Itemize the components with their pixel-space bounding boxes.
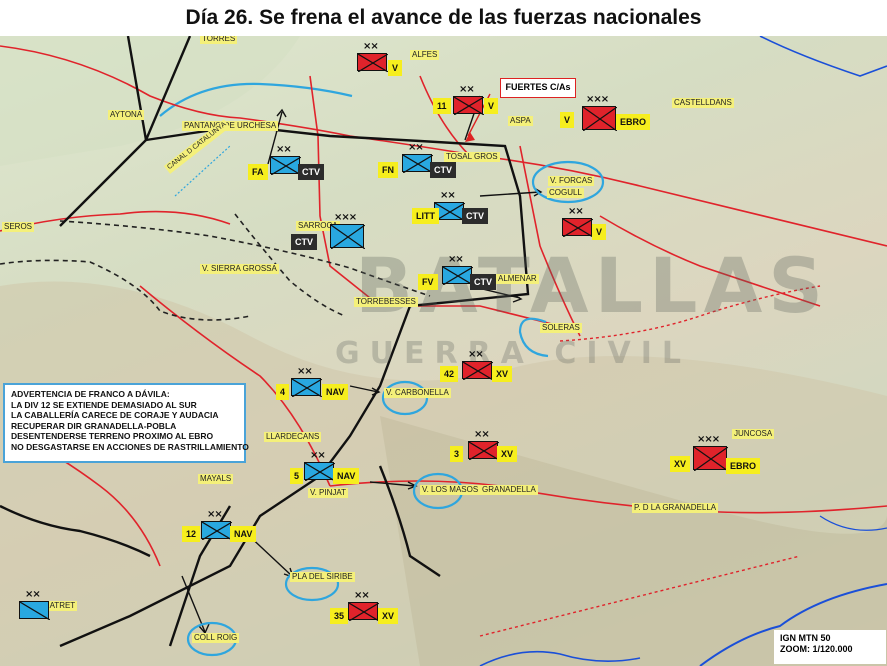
unit-echelon-marker: ×× [297, 366, 313, 377]
place-label: TORRES [200, 36, 238, 44]
unit-formation: NAV [322, 384, 349, 400]
unit-echelon-marker: ×× [25, 589, 41, 600]
place-label: AYTONA [108, 110, 145, 120]
unit-echelon-marker: ×× [568, 206, 584, 217]
nationalist-unit-symbol[interactable] [201, 521, 233, 541]
unit-designation: 4 [276, 384, 290, 400]
unit-designation: FV [418, 274, 438, 290]
nationalist-unit-symbol[interactable] [330, 224, 366, 250]
unit-designation: FN [378, 162, 398, 178]
note-line: RECUPERAR DIR GRANADELLA-POBLA [11, 420, 177, 431]
unit-designation: XV [670, 456, 691, 472]
unit-echelon-marker: ×× [468, 349, 484, 360]
place-label: ASPA [508, 116, 533, 126]
unit-echelon-marker: ××× [586, 94, 609, 105]
watermark-sub: GUERRA CIVIL [335, 336, 692, 371]
note-line: DESENTENDERSE TERRENO PROXIMO AL EBRO [11, 431, 214, 441]
place-label: CASTELLDANS [672, 98, 734, 108]
nationalist-unit-symbol[interactable] [304, 462, 336, 482]
place-label: COGULL [547, 188, 584, 198]
place-label: V. LOS MASOS [420, 485, 481, 495]
unit-echelon-marker: ×× [354, 590, 370, 601]
unit-designation: 5 [290, 468, 304, 484]
place-label: LLARDECANS [264, 432, 322, 442]
unit-echelon-marker: ×× [363, 41, 379, 52]
place-label: P. D LA GRANADELLA [632, 503, 719, 513]
unit-echelon-marker: ×× [310, 450, 326, 461]
republican-unit-symbol[interactable] [453, 96, 485, 116]
place-label: PLA DEL SIRIBE [290, 572, 355, 582]
place-label: SEROS [2, 222, 35, 232]
place-label: ALFES [410, 50, 440, 60]
unit-echelon-marker: ×× [408, 142, 424, 153]
unit-designation: 42 [440, 366, 459, 382]
unit-formation: V [592, 224, 607, 240]
unit-echelon-marker: ×× [474, 429, 490, 440]
unit-echelon-marker: ××× [334, 212, 357, 223]
unit-formation: XV [378, 608, 399, 624]
nationalist-unit-symbol[interactable] [270, 156, 302, 176]
unit-echelon-marker: ×× [448, 254, 464, 265]
place-label: MAYALS [198, 474, 234, 484]
nationalist-unit-symbol[interactable] [291, 378, 323, 398]
unit-echelon-marker: ×× [207, 509, 223, 520]
republican-unit-symbol[interactable] [357, 53, 389, 73]
note-line: LA DIV 12 SE EXTIENDE DEMASIADO AL SUR [11, 399, 197, 410]
note-line: ADVERTENCIA DE FRANCO A DÁVILA: [11, 389, 170, 399]
republican-unit-symbol[interactable] [693, 446, 729, 472]
unit-formation: EBRO [726, 458, 761, 474]
place-label: V. SIERRA GROSSA [200, 264, 279, 274]
republican-unit-symbol[interactable] [562, 218, 594, 238]
place-label: V. PINJAT [308, 488, 349, 498]
place-label: V. FORCAS [548, 176, 595, 186]
republican-unit-symbol[interactable] [468, 441, 500, 461]
place-label: TOSAL GROS [444, 152, 500, 162]
unit-formation: CTV [470, 274, 496, 290]
place-label: V. CARBONELLA [384, 388, 451, 398]
strong-counterattacks-callout: FUERTES C/As [500, 78, 576, 98]
unit-echelon-marker: ×× [440, 190, 456, 201]
franco-warning-note: ADVERTENCIA DE FRANCO A DÁVILA: LA DIV 1… [3, 383, 249, 463]
unit-formation: CTV [291, 234, 317, 250]
unit-designation: FA [248, 164, 268, 180]
map-scale-info: IGN MTN 50 ZOOM: 1/120.000 [774, 630, 886, 664]
nationalist-unit-symbol[interactable] [442, 266, 474, 286]
unit-echelon-marker: ××× [697, 434, 720, 445]
place-label: GRANADELLA [480, 485, 538, 495]
map-canvas[interactable]: BATALLAS GUERRA CIVIL TORRES ALFES ASPA … [0, 36, 887, 666]
unit-echelon-marker: ×× [459, 84, 475, 95]
note-line: NO DESGASTARSE EN ACCIONES DE RASTRILLAM… [11, 441, 249, 452]
unit-formation: EBRO [616, 114, 651, 130]
republican-unit-symbol[interactable] [582, 106, 618, 132]
unit-formation: CTV [430, 162, 456, 178]
unit-formation: NAV [333, 468, 360, 484]
republican-unit-symbol[interactable] [462, 361, 494, 381]
place-label: JUNCOSA [732, 429, 775, 439]
place-label: TORREBESSES [354, 297, 418, 307]
unit-designation: 12 [182, 526, 201, 542]
unit-echelon-marker: ×× [276, 144, 292, 155]
place-label: COLL ROIG [192, 633, 240, 643]
unit-formation: CTV [462, 208, 488, 224]
unit-formation: CTV [298, 164, 324, 180]
map-title: Día 26. Se frena el avance de las fuerza… [0, 0, 887, 36]
unit-formation: V [484, 98, 499, 114]
unit-formation: XV [497, 446, 518, 462]
unit-designation: 35 [330, 608, 349, 624]
note-line: LA CABALLERÍA CARECE DE CORAJE Y AUDACIA [11, 410, 219, 420]
unit-formation: XV [492, 366, 513, 382]
unit-designation: V [560, 112, 575, 128]
map-zoom: ZOOM: 1/120.000 [780, 644, 853, 654]
place-label: SOLERAS [540, 323, 582, 333]
nationalist-unit-symbol[interactable] [19, 601, 51, 621]
republican-unit-symbol[interactable] [348, 602, 380, 622]
unit-formation: NAV [230, 526, 257, 542]
unit-designation: 11 [433, 98, 451, 114]
nationalist-unit-symbol[interactable] [402, 154, 434, 174]
unit-designation: 3 [450, 446, 464, 462]
unit-designation: LITT [412, 208, 439, 224]
unit-formation: V [388, 60, 403, 76]
map-source: IGN MTN 50 [780, 633, 831, 643]
place-label: ALMENAR [496, 274, 539, 284]
